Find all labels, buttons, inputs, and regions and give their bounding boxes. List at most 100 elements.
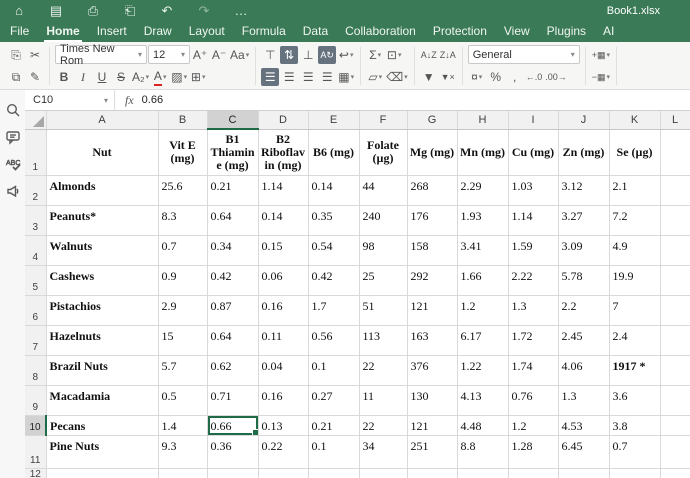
cell-A10[interactable]: Pecans — [46, 415, 159, 436]
cell-A7[interactable]: Hazelnuts — [46, 325, 159, 356]
clear-filter-button[interactable]: ▼× — [439, 68, 457, 86]
cell-J9[interactable]: 1.3 — [558, 385, 610, 416]
row-header-10[interactable]: 10 — [25, 415, 47, 436]
filter-button[interactable]: ▼ — [420, 68, 438, 86]
cell-K10[interactable]: 3.8 — [609, 415, 661, 436]
cell-H10[interactable]: 4.48 — [457, 415, 509, 436]
cell-B4[interactable]: 0.7 — [158, 235, 208, 266]
cell-K6[interactable]: 7 — [609, 295, 661, 326]
cell-L3[interactable] — [660, 205, 690, 236]
cell-A11[interactable]: Pine Nuts — [46, 435, 159, 469]
cell-L5[interactable] — [660, 265, 690, 296]
dropdown-arrow-icon[interactable]: ▾ — [404, 73, 408, 81]
cell-H2[interactable]: 2.29 — [457, 175, 509, 206]
cell-K2[interactable]: 2.1 — [609, 175, 661, 206]
column-header-I[interactable]: I — [508, 111, 559, 130]
font-name-select[interactable]: Times New Rom ▾ — [55, 43, 147, 67]
cell-J2[interactable]: 3.12 — [558, 175, 610, 206]
dropdown-arrow-icon[interactable]: ▾ — [479, 73, 483, 81]
row-header-12[interactable]: 12 — [25, 468, 47, 478]
cell-I3[interactable]: 1.14 — [508, 205, 559, 236]
align-center-button[interactable]: ☰ — [280, 68, 298, 86]
search-icon[interactable] — [5, 102, 21, 118]
home-icon[interactable]: ⌂ — [10, 0, 28, 22]
cell-C2[interactable]: 0.21 — [207, 175, 259, 206]
menu-view[interactable]: View — [502, 24, 532, 42]
menu-ai[interactable]: AI — [601, 24, 616, 42]
dropdown-arrow-icon[interactable]: ▾ — [202, 73, 206, 81]
column-header-L[interactable]: L — [660, 111, 690, 130]
cell-K4[interactable]: 4.9 — [609, 235, 661, 266]
menu-draw[interactable]: Draw — [142, 24, 174, 42]
cell-J10[interactable]: 4.53 — [558, 415, 610, 436]
cell-B10[interactable]: 1.4 — [158, 415, 208, 436]
comment-icon[interactable] — [5, 129, 21, 145]
cell-D2[interactable]: 1.14 — [258, 175, 309, 206]
cell-J11[interactable]: 6.45 — [558, 435, 610, 469]
cell-E10[interactable]: 0.21 — [308, 415, 360, 436]
sort-ascending-button[interactable]: A↓Z — [420, 46, 438, 64]
cell-A2[interactable]: Almonds — [46, 175, 159, 206]
cell-B12[interactable] — [158, 468, 208, 478]
font-size-select[interactable]: 12 ▾ — [148, 45, 190, 64]
cell-F4[interactable]: 98 — [359, 235, 408, 266]
cell-F6[interactable]: 51 — [359, 295, 408, 326]
cell-A1[interactable]: Nut — [46, 129, 159, 176]
valign-middle-button[interactable]: ⇅ — [280, 45, 299, 64]
italic-button[interactable]: I — [74, 68, 92, 86]
column-header-C[interactable]: C — [207, 111, 259, 130]
strikethrough-button[interactable]: S — [112, 68, 130, 86]
cell-G9[interactable]: 130 — [407, 385, 458, 416]
cell-A12[interactable] — [46, 468, 159, 478]
cell-D12[interactable] — [258, 468, 309, 478]
merge-cells-button[interactable]: ▦ ▾ — [337, 68, 355, 86]
menu-formula[interactable]: Formula — [240, 24, 288, 42]
valign-bottom-button[interactable]: ⊥ — [299, 46, 317, 64]
more-icon[interactable]: … — [232, 0, 250, 22]
cell-B5[interactable]: 0.9 — [158, 265, 208, 296]
menu-collaboration[interactable]: Collaboration — [343, 24, 418, 42]
cell-D9[interactable]: 0.16 — [258, 385, 309, 416]
undo-icon[interactable]: ↶ — [158, 0, 176, 22]
column-header-K[interactable]: K — [609, 111, 661, 130]
cell-style-button[interactable]: ▱ ▾ — [366, 68, 384, 86]
align-right-button[interactable]: ☰ — [299, 68, 317, 86]
cell-E9[interactable]: 0.27 — [308, 385, 360, 416]
chevron-down-icon[interactable]: ▾ — [181, 50, 185, 59]
print-icon[interactable]: ⎙ — [84, 0, 102, 22]
cell-J6[interactable]: 2.2 — [558, 295, 610, 326]
cell-G2[interactable]: 268 — [407, 175, 458, 206]
cell-A4[interactable]: Walnuts — [46, 235, 159, 266]
cell-E4[interactable]: 0.54 — [308, 235, 360, 266]
dropdown-arrow-icon[interactable]: ▾ — [398, 51, 402, 59]
menu-data[interactable]: Data — [301, 24, 330, 42]
cell-C3[interactable]: 0.64 — [207, 205, 259, 236]
number-format-select[interactable]: General ▾ — [467, 45, 580, 64]
insert-cells-button[interactable]: +▦ ▾ — [591, 46, 611, 64]
cell-A5[interactable]: Cashews — [46, 265, 159, 296]
print-preview-icon[interactable]: ⎗ — [121, 0, 139, 22]
cell-L12[interactable] — [660, 468, 690, 478]
cell-G3[interactable]: 176 — [407, 205, 458, 236]
chevron-down-icon[interactable]: ▾ — [104, 96, 108, 105]
cell-J1[interactable]: Zn (mg) — [558, 129, 610, 176]
cell-B11[interactable]: 9.3 — [158, 435, 208, 469]
row-header-7[interactable]: 7 — [25, 325, 47, 356]
cell-E1[interactable]: B6 (mg) — [308, 129, 360, 176]
row-header-3[interactable]: 3 — [25, 205, 47, 236]
cell-C6[interactable]: 0.87 — [207, 295, 259, 326]
cell-I4[interactable]: 1.59 — [508, 235, 559, 266]
cell-B9[interactable]: 0.5 — [158, 385, 208, 416]
cell-D4[interactable]: 0.15 — [258, 235, 309, 266]
row-header-6[interactable]: 6 — [25, 295, 47, 326]
dropdown-arrow-icon[interactable]: ▾ — [606, 51, 610, 59]
cell-I10[interactable]: 1.2 — [508, 415, 559, 436]
percent-button[interactable]: % — [487, 68, 505, 86]
cell-G1[interactable]: Mg (mg) — [407, 129, 458, 176]
cell-I5[interactable]: 2.22 — [508, 265, 559, 296]
cell-D7[interactable]: 0.11 — [258, 325, 309, 356]
text-orientation-button[interactable]: A↻ — [318, 45, 337, 64]
cell-K8[interactable]: 1917 * — [609, 355, 661, 386]
dropdown-arrow-icon[interactable]: ▾ — [146, 73, 150, 81]
justify-button[interactable]: ☰ — [318, 68, 336, 86]
